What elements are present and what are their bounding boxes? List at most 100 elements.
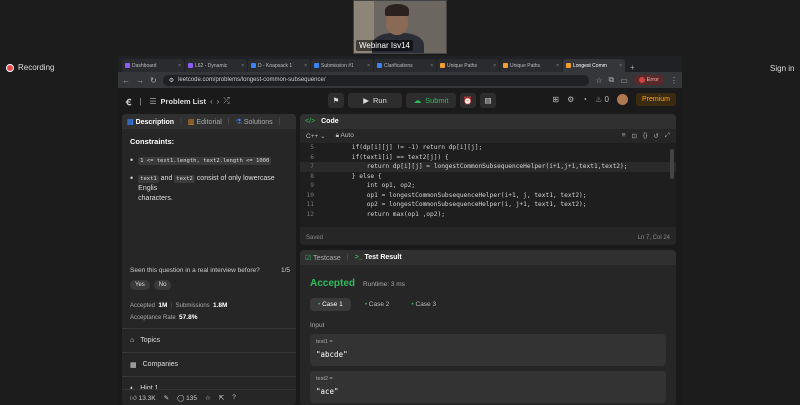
code-line: 7 return dp[i][j] = longestCommonSubsequ… — [300, 162, 676, 172]
premium-button[interactable]: Premium — [635, 93, 676, 106]
signin-link[interactable]: Sign in — [770, 64, 794, 73]
submit-button[interactable]: ☁ Submit — [406, 93, 456, 108]
browser-tab[interactable]: Unique Paths × — [500, 59, 562, 72]
debug-button[interactable]: ⚑ — [328, 93, 344, 108]
browser-tab[interactable]: Longest Comm × — [563, 59, 625, 72]
extensions-icon[interactable]: ⧉ — [608, 75, 614, 85]
forward-icon[interactable]: → — [136, 76, 144, 85]
close-tab-icon[interactable]: × — [430, 63, 433, 69]
doc-icon: ▤ — [127, 118, 134, 126]
editor-scrollbar[interactable] — [670, 149, 674, 179]
close-tab-icon[interactable]: × — [304, 63, 307, 69]
timer-button[interactable]: ⏰ — [460, 93, 476, 108]
fullscreen-icon[interactable]: ⤢ — [665, 132, 670, 140]
close-tab-icon[interactable]: × — [241, 63, 244, 69]
reset-icon[interactable]: ↺ — [653, 132, 658, 140]
input-box-text2: text2 = "ace" — [310, 371, 666, 403]
settings-icon[interactable]: ⚙ — [567, 95, 574, 104]
favicon-icon — [314, 63, 319, 68]
submit-label: Submit — [425, 96, 449, 105]
browser-tab[interactable]: Unique Paths × — [437, 59, 499, 72]
braces-icon[interactable]: {} — [643, 132, 647, 140]
interview-survey: Seen this question in a real interview b… — [130, 267, 290, 290]
tab-testcase[interactable]: ☑ Testcase — [305, 254, 341, 262]
tab-solutions[interactable]: ⚗ Solutions — [236, 118, 273, 126]
favorite-button[interactable]: ☆ — [205, 394, 211, 402]
input-var: text2 = — [316, 376, 333, 382]
prev-icon[interactable]: ‹ — [210, 97, 213, 106]
case-tab-1[interactable]: • Case 1 — [310, 298, 351, 311]
accepted-value: 1M — [158, 302, 168, 309]
bullet: • — [130, 173, 134, 183]
bookmark-icon[interactable]: ⊡ — [632, 132, 637, 140]
book-icon: ▥ — [187, 118, 195, 126]
input-value: "abcde" — [316, 350, 348, 359]
no-button[interactable]: No — [153, 280, 172, 290]
tab-editorial[interactable]: ▥ Editorial — [188, 118, 222, 126]
dislike-button[interactable]: ✎ — [164, 394, 169, 402]
like-button[interactable]: 👍︎ 13.3K — [130, 394, 156, 402]
companies-row[interactable]: ▦ Companies — [122, 353, 296, 377]
tab-test-result[interactable]: >_ Test Result — [355, 254, 402, 261]
tab-description[interactable]: ▤ Description — [127, 118, 174, 126]
site-info-icon[interactable]: ⚙ — [169, 77, 174, 84]
menu-icon[interactable]: ⋮ — [670, 76, 678, 85]
close-tab-icon[interactable]: × — [619, 63, 622, 69]
constraint-code: text1 — [138, 175, 159, 183]
share-button[interactable]: ⇱ — [219, 394, 224, 402]
user-avatar[interactable] — [616, 94, 628, 105]
run-button[interactable]: ▶ Run — [348, 93, 402, 108]
comments-button[interactable]: ◯ 135 — [177, 394, 197, 402]
format-icon[interactable]: ≡ — [622, 132, 626, 140]
help-button[interactable]: ? — [232, 394, 236, 401]
browser-tab[interactable]: Clarifications × — [374, 59, 436, 72]
code-icon: </> — [305, 118, 316, 125]
star-icon[interactable]: ☆ — [595, 76, 602, 85]
notes-button[interactable]: ▤ — [480, 93, 496, 108]
description-tabs: ▤ Description | ▥ Editorial | ⚗ Solution… — [122, 114, 296, 129]
leetcode-logo-icon[interactable]: ꞓ — [126, 94, 131, 109]
line-text: op2 = longestCommonSubsequenceHelper(i, … — [322, 201, 587, 209]
auto-mode[interactable]: 🔒︎ Auto — [336, 132, 354, 140]
url-bar[interactable]: ⚙ leetcode.com/problems/longest-common-s… — [162, 74, 590, 86]
new-tab-button[interactable]: + — [626, 63, 639, 72]
layout-icon[interactable]: ⊞ — [552, 95, 559, 104]
share-icon: ⇱ — [218, 394, 225, 402]
recording-label: Recording — [18, 63, 55, 72]
line-number: 7 — [310, 163, 314, 171]
shuffle-icon[interactable]: ⤮ — [223, 96, 229, 106]
close-tab-icon[interactable]: × — [556, 63, 559, 69]
problem-list-nav[interactable]: ☰ Problem List ‹ › ⤮ — [149, 96, 229, 106]
code-panel: </> Code C++ ⌄ 🔒︎ Auto ≡ ⊡ {} ↺ ⤢ 5 if(d… — [300, 114, 676, 245]
code-line: 10 op1 = longestCommonSubsequenceHelper(… — [300, 191, 676, 201]
yes-button[interactable]: Yes — [130, 280, 150, 290]
constraints-title: Constraints: — [130, 137, 175, 146]
case-tab-2[interactable]: • Case 2 — [357, 298, 398, 311]
close-tab-icon[interactable]: × — [493, 63, 496, 69]
test-tabs: ☑ Testcase | >_ Test Result — [300, 250, 676, 265]
problem-description: Constraints: • 1 <= text1.length, text2.l… — [122, 129, 296, 220]
streak-counter[interactable]: ♨ 0 — [595, 95, 609, 104]
case-dot: • — [318, 301, 321, 308]
code-editor[interactable]: 5 if(dp[i][j] != -1) return dp[i][j]; 6 i… — [300, 143, 676, 227]
next-icon[interactable]: › — [217, 97, 220, 106]
browser-tab[interactable]: Dashboard × — [122, 59, 184, 72]
browser-tab[interactable]: Submission #1 × — [311, 59, 373, 72]
browser-tab[interactable]: D - Knapsack 1 × — [248, 59, 310, 72]
case-tab-3[interactable]: • Case 3 — [403, 298, 444, 311]
tab-title: Longest Comm — [573, 62, 607, 69]
notification-icon[interactable]: ◔ — [582, 95, 587, 104]
reload-icon[interactable]: ↻ — [150, 76, 157, 85]
acceptance-label: Acceptance Rate — [130, 315, 176, 321]
browser-tab[interactable]: L62 - Dynamic × — [185, 59, 247, 72]
language-select[interactable]: C++ ⌄ — [306, 132, 326, 140]
back-icon[interactable]: ← — [122, 76, 130, 85]
tab-separator: | — [278, 118, 281, 125]
topics-row[interactable]: ⌂ Topics — [122, 329, 296, 353]
sidepanel-icon[interactable]: ▭ — [620, 76, 628, 85]
profile-error-button[interactable]: Error — [633, 75, 664, 85]
close-tab-icon[interactable]: × — [178, 63, 181, 69]
reaction-bar: 👍︎ 13.3K ✎ ◯ 135 ☆ ⇱ ? — [122, 389, 296, 405]
close-tab-icon[interactable]: × — [367, 63, 370, 69]
browser-window: Dashboard × L62 - Dynamic × D - Knapsack 1 × S… — [118, 56, 682, 405]
